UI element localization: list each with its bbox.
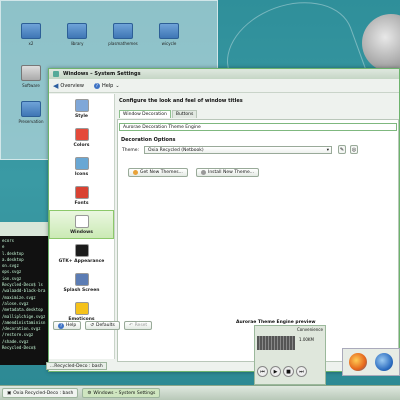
terminal-line: /metadata.desktop [2, 307, 43, 313]
sidebar-item-colors[interactable]: Colors [49, 123, 114, 152]
converter-value: 1.00KM [299, 337, 314, 342]
install-new-theme-button[interactable]: Install New Theme... [196, 168, 260, 177]
configure-theme-button[interactable]: ✎ [338, 145, 346, 154]
engine-select[interactable]: Aurorae Decoration Theme Engine [119, 123, 397, 131]
theme-info-button[interactable]: ◎ [350, 145, 358, 154]
help-button[interactable]: ? Help [53, 321, 82, 330]
sidebar-item-gtk-appearance[interactable]: GTK+ Appearance [49, 239, 114, 268]
fonts-icon [74, 185, 89, 199]
defaults-icon: ↺ [90, 322, 95, 328]
settings-sidebar: Style Colors Icons Fonts Windows GTK+ Appeara… [49, 94, 115, 359]
sidebar-item-style[interactable]: Style [49, 94, 114, 123]
help-icon: ? [58, 322, 64, 329]
folder-icon-x2[interactable]: x2 [13, 23, 49, 46]
folder-icon-library[interactable]: library [59, 23, 95, 46]
decoration-tabs: Window Decoration Buttons [119, 110, 198, 118]
download-icon [133, 170, 138, 175]
window-bottom-buttons: ? Help ↺ Defaults ↶ Reset [53, 321, 153, 330]
emoticons-icon [74, 301, 89, 315]
folder-icon-wicycle[interactable]: wicycle [151, 23, 187, 46]
help-menu-button[interactable]: ? Help ⌄ [93, 82, 120, 89]
sidebar-item-fonts[interactable]: Fonts [49, 181, 114, 210]
firefox-icon[interactable] [349, 353, 367, 371]
folder-icon-preservation[interactable]: Preservation [13, 101, 49, 124]
media-controls: ⏮ ▶ ■ ⏭ [257, 366, 307, 377]
style-icon [74, 98, 89, 112]
terminal-window[interactable]: ded-Deco : bash Scrollback Bookmark ecor… [0, 222, 48, 365]
terminal-line: /walaadd-black-bra [2, 288, 46, 294]
sidebar-item-splash-screen[interactable]: Splash Screen [49, 268, 114, 297]
next-icon[interactable]: ⏭ [296, 366, 307, 377]
terminal-title: ded-Deco : bash [2, 222, 43, 228]
terminal-menu-bookmark[interactable]: Bookmark [23, 228, 43, 233]
settings-content: Configure the look and feel of window ti… [117, 94, 399, 362]
page-title: Configure the look and feel of window ti… [119, 98, 243, 104]
tab-window-decoration[interactable]: Window Decoration [119, 110, 171, 118]
terminal-line: /malliplchige.svgz [2, 313, 46, 319]
window-app-icon [53, 71, 59, 77]
decoration-options-heading: Decoration Options [121, 137, 176, 143]
window-title: Windows – System Settings [63, 71, 141, 77]
system-settings-window[interactable]: Windows – System Settings ◀ Overview ? Hel… [48, 68, 400, 372]
stop-icon[interactable]: ■ [283, 366, 294, 377]
sidebar-item-label: Splash Screen [63, 287, 100, 293]
sidebar-item-label: Colors [73, 142, 90, 148]
wallpaper-moon [362, 14, 400, 72]
folder-icon-plasmathemes[interactable]: plasmathemes [105, 23, 141, 46]
terminal-line: Recycled-Deco$ [2, 345, 36, 351]
dropdown-arrow-icon: ▾ [326, 148, 329, 153]
install-icon [201, 170, 206, 175]
tab-buttons[interactable]: Buttons [171, 110, 198, 118]
taskbar-item-terminal[interactable]: ▣ Oxia Recycled-Deco : bash [2, 388, 79, 398]
theme-label: Theme: [122, 148, 140, 153]
window-titlebar[interactable]: Windows – System Settings [49, 69, 399, 79]
terminal-menu: Scrollback Bookmark [0, 228, 43, 233]
play-icon[interactable]: ▶ [270, 366, 281, 377]
splash-screen-icon [74, 272, 89, 286]
waveform-display [257, 336, 295, 350]
terminal-menu-scrollback[interactable]: Scrollback [0, 228, 20, 233]
previous-icon[interactable]: ⏮ [257, 366, 268, 377]
sidebar-item-label: Fonts [74, 200, 89, 206]
settings-icon: ⚙ [87, 390, 92, 396]
converter-label: Convenience [297, 327, 323, 332]
overview-button[interactable]: ◀ Overview [53, 81, 84, 90]
back-arrow-icon: ◀ [53, 81, 59, 90]
chevron-down-icon: ⌄ [115, 82, 120, 89]
sidebar-item-windows[interactable]: Windows [49, 210, 114, 239]
windows-icon [74, 214, 89, 228]
thunderbird-icon[interactable] [375, 353, 393, 371]
help-icon: ? [93, 82, 100, 89]
sidebar-item-label: Style [75, 113, 88, 119]
sidebar-item-label: Icons [74, 171, 89, 177]
folder-icon-software[interactable]: Software [13, 65, 49, 88]
reset-icon: ↶ [128, 322, 133, 328]
terminal-output: ecors e l.desktop a.desktop on.svgz ops.svgz i… [0, 236, 48, 353]
sidebar-item-icons[interactable]: Icons [49, 152, 114, 181]
app-launcher-panel [342, 348, 400, 376]
terminal-mini-task[interactable]: ...Recycled-Deco : bash [46, 362, 107, 370]
sidebar-item-label: GTK+ Appearance [58, 258, 105, 264]
colors-icon [74, 127, 89, 141]
taskbar-item-system-settings[interactable]: ⚙ Windows – System Settings [82, 388, 161, 398]
window-toolbar: ◀ Overview ? Help ⌄ [49, 79, 399, 93]
gtk-appearance-icon [74, 243, 89, 257]
terminal-icon: ▣ [7, 390, 12, 396]
media-player-widget[interactable]: Convenience 1.00KM ⏮ ▶ ■ ⏭ [254, 325, 326, 385]
get-new-themes-button[interactable]: Get New Themes... [128, 168, 188, 177]
defaults-button[interactable]: ↺ Defaults [85, 321, 120, 330]
theme-select[interactable]: Oxia Recycled (Netbook) ▾ [144, 146, 332, 154]
sidebar-item-label: Windows [70, 229, 93, 235]
taskbar: ▣ Oxia Recycled-Deco : bash ⚙ Windows – Sy… [0, 385, 400, 400]
reset-button[interactable]: ↶ Reset [123, 321, 153, 330]
icons-icon [74, 156, 89, 170]
